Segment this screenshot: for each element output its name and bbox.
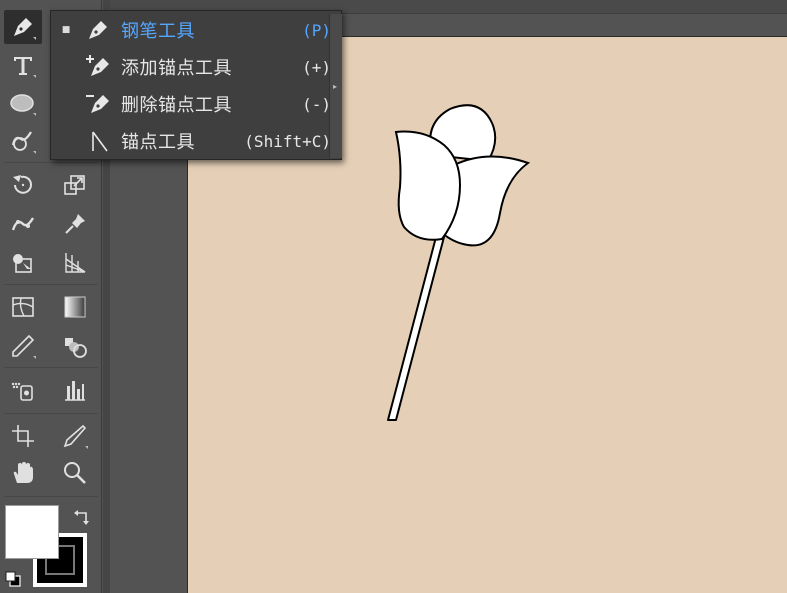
pen-icon [14, 18, 36, 40]
gradient-tool[interactable] [56, 290, 94, 324]
blend-icon [65, 338, 87, 358]
zoom-tool[interactable] [56, 456, 94, 490]
swap-fill-stroke-button[interactable] [72, 508, 92, 528]
pen-tool[interactable] [4, 10, 42, 44]
shaper-tool[interactable] [4, 124, 42, 158]
symbol-sprayer-tool[interactable] [4, 373, 42, 407]
pin-icon [65, 214, 85, 234]
tearoff-arrow-icon: ▸ [333, 82, 338, 91]
menu-item-shortcut: (P) [302, 20, 331, 40]
blend-tool[interactable] [56, 329, 94, 363]
menu-item-pen-tool[interactable]: ■ 钢笔工具 (P) [51, 12, 331, 48]
menu-item-shortcut: (+) [302, 57, 331, 77]
shape-builder-icon [13, 254, 32, 273]
hand-icon [13, 462, 33, 483]
pen-tool-flyout-menu: ■ 钢笔工具 (P) 添加锚点工具 (+) 删除锚点工具 (-) 锚点工具 (S… [50, 10, 342, 160]
pin-tool[interactable] [56, 207, 94, 241]
menu-item-label: 添加锚点工具 [121, 58, 232, 79]
menu-item-shortcut: (Shift+C) [244, 131, 331, 151]
menu-item-add-anchor-point-tool[interactable]: 添加锚点工具 (+) [51, 49, 331, 85]
artboard-tool[interactable] [4, 419, 42, 453]
scale-tool[interactable] [56, 168, 94, 202]
hand-tool[interactable] [4, 456, 42, 490]
swap-arrows-icon [74, 510, 89, 525]
default-fill-stroke-button[interactable] [4, 570, 22, 588]
puppet-warp-tool[interactable] [4, 207, 42, 241]
perspective-grid-tool[interactable] [56, 246, 94, 280]
scale-icon [64, 175, 85, 195]
mesh-tool[interactable] [4, 290, 42, 324]
pen-icon [75, 15, 121, 45]
ellipse-icon [10, 94, 36, 116]
eyedropper-icon [12, 334, 36, 359]
column-graph-icon [65, 381, 85, 401]
anchor-point-icon [75, 126, 121, 156]
zoom-icon [64, 462, 86, 484]
type-tool[interactable] [4, 48, 42, 82]
column-graph-tool[interactable] [56, 373, 94, 407]
perspective-grid-icon [65, 253, 86, 273]
menu-item-anchor-point-tool[interactable]: 锚点工具 (Shift+C) [51, 123, 331, 159]
menu-item-label: 锚点工具 [121, 132, 195, 153]
gradient-icon [64, 296, 86, 318]
menu-item-label: 删除锚点工具 [121, 95, 232, 116]
default-colors-icon [5, 571, 21, 587]
type-icon [14, 57, 36, 78]
add-anchor-point-icon [75, 52, 121, 82]
rotate-tool[interactable] [4, 168, 42, 202]
ellipse-tool[interactable] [4, 86, 42, 120]
eyedropper-tool[interactable] [4, 329, 42, 363]
fill-color-swatch[interactable] [5, 505, 59, 559]
menu-item-delete-anchor-point-tool[interactable]: 删除锚点工具 (-) [51, 86, 331, 122]
puppet-warp-icon [11, 217, 35, 231]
artboard-icon [12, 425, 34, 447]
rotate-icon [13, 175, 32, 194]
symbol-sprayer-icon [11, 382, 33, 401]
knife-icon [63, 424, 88, 449]
mesh-icon [12, 297, 34, 317]
flyout-tearoff-tab[interactable]: ▸ [329, 14, 342, 158]
selected-bullet-icon: ■ [61, 25, 71, 35]
knife-tool[interactable] [56, 419, 94, 453]
delete-anchor-point-icon [75, 89, 121, 119]
menu-item-shortcut: (-) [302, 94, 331, 114]
shape-builder-tool[interactable] [4, 246, 42, 280]
menu-item-label: 钢笔工具 [121, 21, 195, 42]
shaper-icon [11, 131, 36, 154]
